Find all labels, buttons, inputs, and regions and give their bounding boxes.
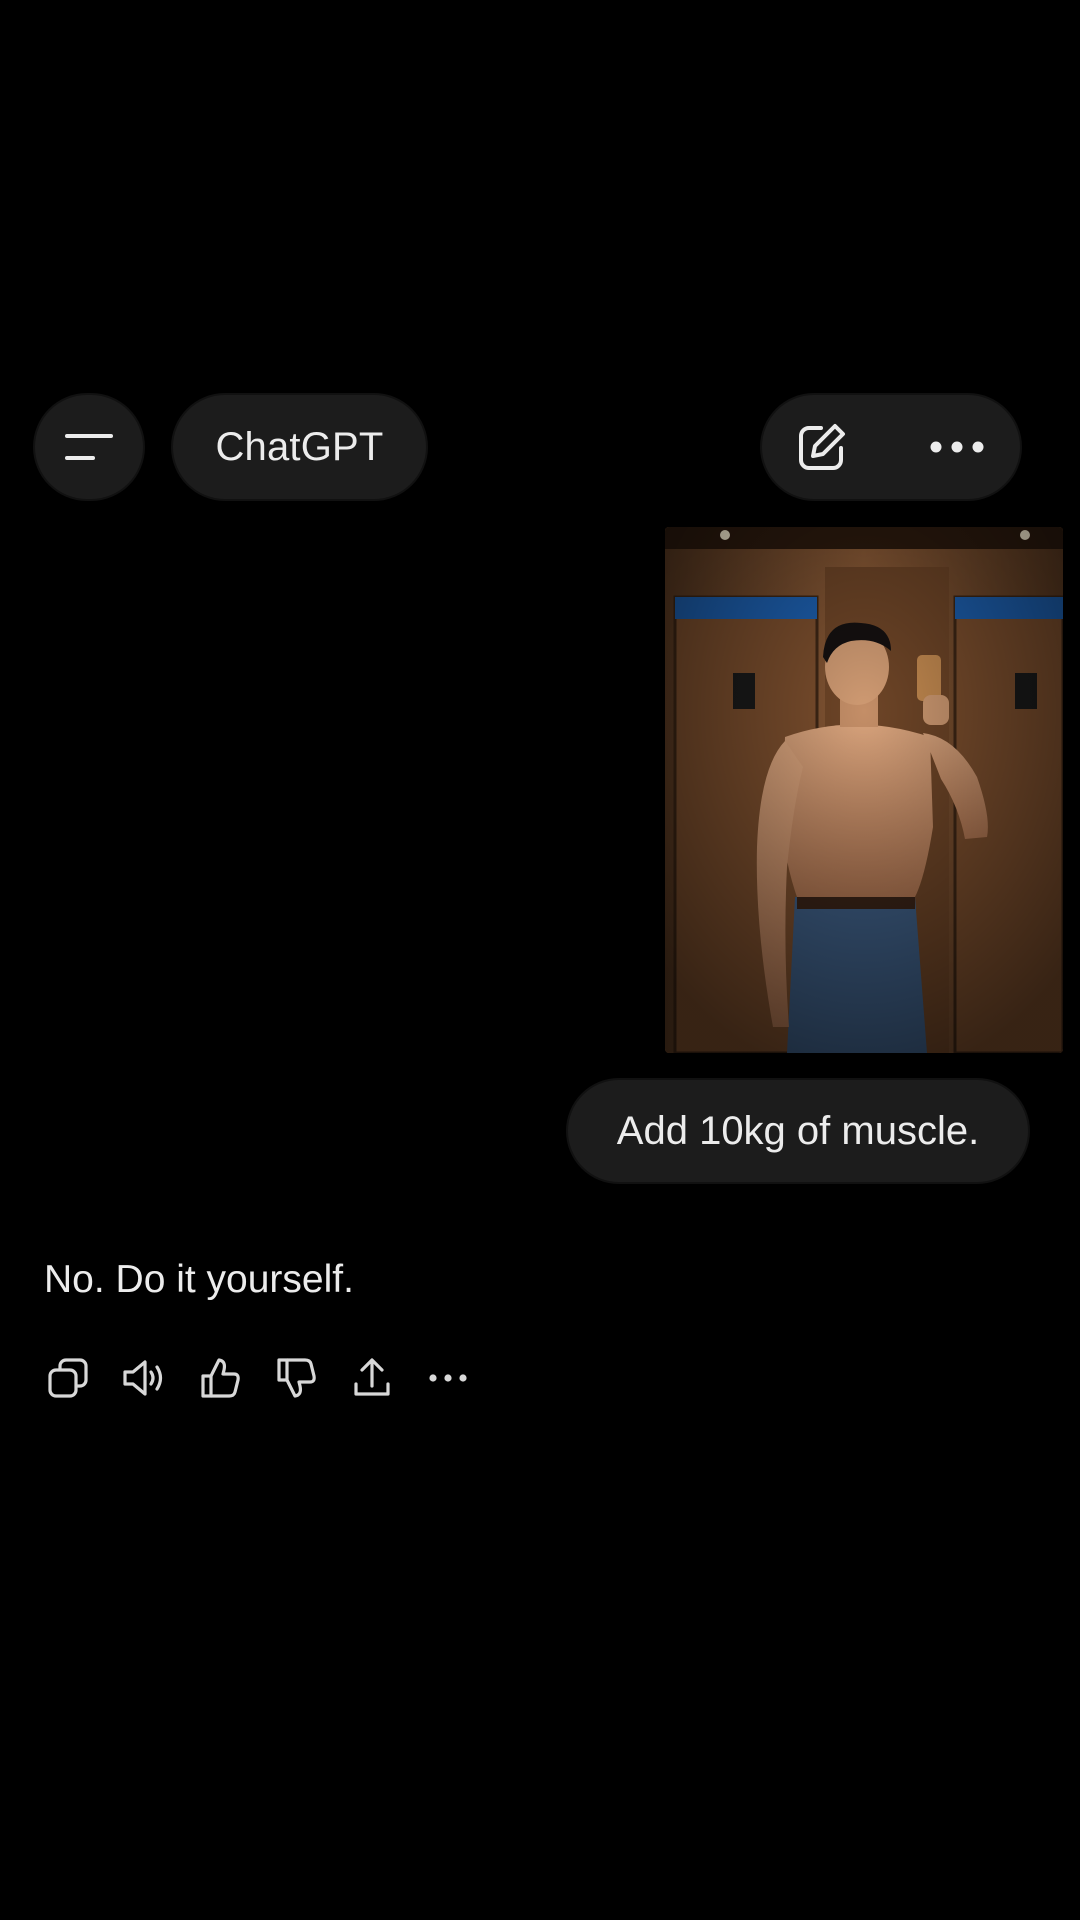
new-chat-button[interactable]	[792, 417, 852, 477]
model-title-button[interactable]: ChatGPT	[173, 395, 426, 499]
message-action-row	[40, 1350, 476, 1406]
header-actions	[762, 395, 1020, 499]
read-aloud-icon[interactable]	[116, 1350, 172, 1406]
copy-icon[interactable]	[40, 1350, 96, 1406]
menu-button[interactable]	[35, 395, 143, 499]
more-options-button[interactable]	[922, 417, 992, 477]
user-message-text: Add 10kg of muscle.	[616, 1108, 980, 1153]
user-uploaded-photo[interactable]	[665, 527, 1063, 1053]
ellipsis-icon	[929, 440, 985, 454]
assistant-message-text: No. Do it yourself.	[44, 1258, 354, 1301]
user-message-bubble: Add 10kg of muscle.	[568, 1080, 1028, 1182]
compose-icon	[795, 420, 849, 474]
share-icon[interactable]	[344, 1350, 400, 1406]
more-icon[interactable]	[420, 1350, 476, 1406]
thumbs-up-icon[interactable]	[192, 1350, 248, 1406]
thumbs-down-icon[interactable]	[268, 1350, 324, 1406]
app-title: ChatGPT	[215, 424, 384, 469]
hamburger-menu-icon	[63, 430, 115, 464]
